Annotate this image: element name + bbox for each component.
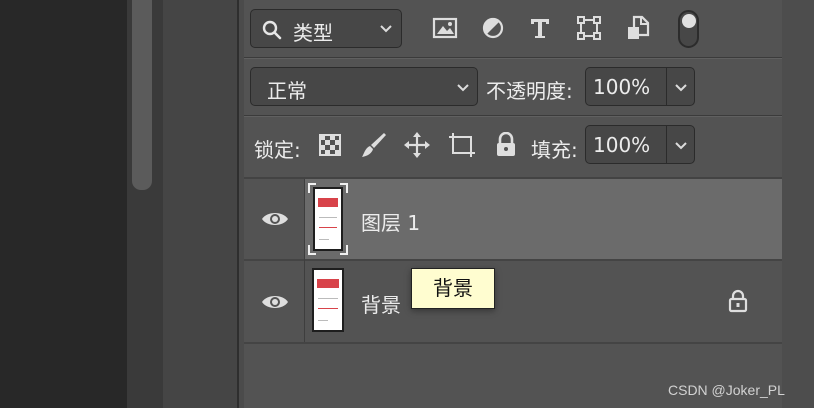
dock-gutter <box>163 0 237 408</box>
opacity-value[interactable]: 100% <box>593 75 650 99</box>
layer-locked-icon[interactable] <box>727 289 749 313</box>
fill-label: 填充: <box>531 138 578 162</box>
thumbnail-line <box>318 320 328 321</box>
layer-thumbnail[interactable] <box>312 268 344 332</box>
watermark: CSDN @Joker_PL <box>668 382 785 398</box>
blend-mode-select[interactable]: 正常 <box>250 67 478 106</box>
filter-kind-label: 类型 <box>293 21 333 45</box>
layer-name-tooltip: 背景 <box>411 268 495 309</box>
layer-thumbnail-selected-frame[interactable] <box>308 183 348 255</box>
search-icon <box>262 20 282 40</box>
filter-toggle-switch[interactable] <box>678 10 699 48</box>
thumbnail-line <box>319 239 329 240</box>
layers-panel-scroll-area <box>782 0 814 408</box>
field-separator <box>666 68 667 105</box>
chevron-down-icon <box>457 84 469 92</box>
layer-filter-select[interactable]: 类型 <box>250 9 402 48</box>
layer-name[interactable]: 图层 1 <box>361 207 420 236</box>
eye-icon[interactable] <box>261 292 289 312</box>
lock-label: 锁定: <box>254 138 301 162</box>
visibility-column-separator <box>304 179 305 342</box>
lock-position-move-icon[interactable] <box>403 131 431 159</box>
chevron-down-icon[interactable] <box>674 83 688 93</box>
lock-image-pixels-brush-icon[interactable] <box>360 131 388 159</box>
eye-icon[interactable] <box>261 209 289 229</box>
chevron-down-icon <box>380 25 392 33</box>
image-filter-icon[interactable] <box>432 16 458 40</box>
thumbnail-banner <box>317 279 339 288</box>
type-filter-icon[interactable] <box>528 15 552 41</box>
field-separator <box>666 126 667 163</box>
fill-value[interactable]: 100% <box>593 133 650 157</box>
divider <box>244 58 782 59</box>
chevron-down-icon[interactable] <box>674 141 688 151</box>
opacity-label: 不透明度: <box>486 79 573 103</box>
scrollbar-thumb[interactable] <box>132 0 152 190</box>
layer-divider <box>244 259 782 261</box>
divider <box>244 116 782 117</box>
toggle-knob <box>682 14 696 28</box>
shape-filter-icon[interactable] <box>576 15 602 41</box>
lock-artboard-icon[interactable] <box>448 132 476 158</box>
thumbnail-line <box>318 298 338 299</box>
thumbnail-banner <box>318 198 338 207</box>
layer-thumbnail <box>313 187 343 251</box>
layer-divider <box>244 342 782 344</box>
layer-name[interactable]: 背景 <box>361 289 401 318</box>
lock-transparent-pixels-icon[interactable] <box>319 134 341 156</box>
thumbnail-line <box>319 217 337 218</box>
thumbnail-line <box>318 308 338 309</box>
left-dock-area <box>0 0 127 408</box>
smart-object-filter-icon[interactable] <box>626 15 650 41</box>
adjustment-filter-icon[interactable] <box>481 16 505 40</box>
opacity-field[interactable]: 100% <box>585 67 695 106</box>
fill-field[interactable]: 100% <box>585 125 695 164</box>
thumbnail-line <box>319 227 337 228</box>
blend-mode-value: 正常 <box>267 79 307 103</box>
lock-all-icon[interactable] <box>495 132 517 158</box>
